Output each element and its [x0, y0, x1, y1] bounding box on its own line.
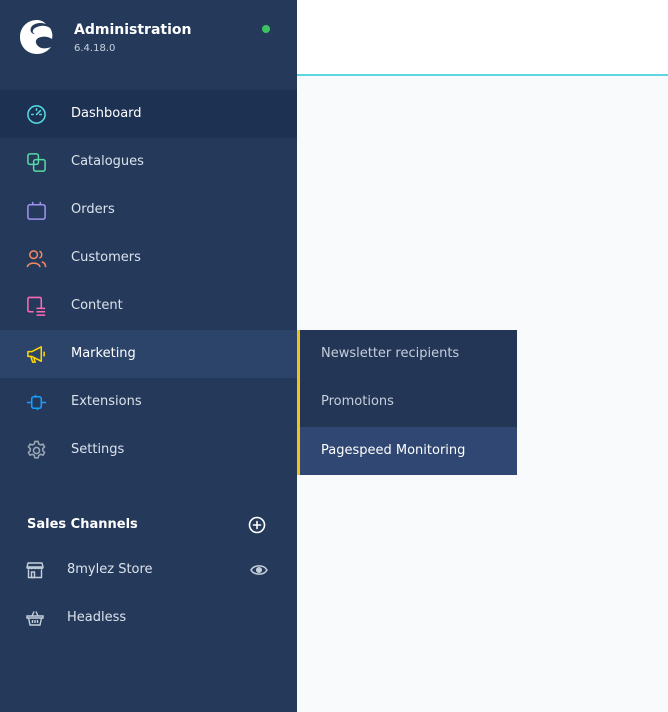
nav-item-content[interactable]: Content — [0, 282, 297, 330]
nav-item-label: Extensions — [71, 394, 142, 409]
sidebar: Administration 6.4.18.0 Dashboard Catalo… — [0, 0, 297, 712]
flyout-item-promotions[interactable]: Promotions — [300, 378, 517, 426]
nav-item-customers[interactable]: Customers — [0, 234, 297, 282]
nav-item-dashboard[interactable]: Dashboard — [0, 90, 297, 138]
flyout-item-newsletter-recipients[interactable]: Newsletter recipients — [300, 330, 517, 378]
sales-channel-label: 8mylez Store — [67, 562, 153, 577]
brand-header: Administration 6.4.18.0 — [0, 0, 297, 89]
status-online-icon — [262, 25, 270, 33]
flyout-item-label: Newsletter recipients — [321, 346, 460, 361]
customers-icon — [26, 250, 47, 268]
nav-item-label: Marketing — [71, 346, 136, 361]
eye-icon[interactable] — [250, 563, 268, 577]
nav-item-label: Orders — [71, 202, 115, 217]
nav-item-label: Customers — [71, 250, 141, 265]
flyout-item-label: Pagespeed Monitoring — [321, 443, 466, 458]
basket-icon — [26, 611, 44, 626]
top-bar — [297, 0, 668, 76]
catalogue-icon — [27, 153, 46, 172]
extensions-plug-icon — [26, 394, 47, 411]
nav-item-label: Content — [71, 298, 123, 313]
nav-item-marketing[interactable]: Marketing — [0, 330, 297, 378]
main-navigation: Dashboard Catalogues Orders Customers Co… — [0, 90, 297, 474]
nav-item-label: Catalogues — [71, 154, 144, 169]
marketing-megaphone-icon — [27, 346, 45, 363]
nav-item-orders[interactable]: Orders — [0, 186, 297, 234]
content-icon — [27, 296, 46, 316]
dashboard-gauge-icon — [27, 105, 46, 124]
nav-item-extensions[interactable]: Extensions — [0, 378, 297, 426]
app-version: 6.4.18.0 — [74, 43, 116, 54]
marketing-flyout-menu: Newsletter recipients Promotions Pagespe… — [297, 330, 517, 475]
nav-item-catalogues[interactable]: Catalogues — [0, 138, 297, 186]
orders-bag-icon — [27, 201, 46, 220]
nav-item-label: Dashboard — [71, 106, 142, 121]
shopware-logo-icon[interactable] — [19, 19, 55, 55]
flyout-item-label: Promotions — [321, 394, 394, 409]
nav-item-settings[interactable]: Settings — [0, 426, 297, 474]
nav-item-label: Settings — [71, 442, 125, 457]
sales-channel-item-headless[interactable]: Headless — [0, 599, 297, 639]
storefront-icon — [26, 562, 44, 579]
sales-channels-header: Sales Channels — [27, 517, 138, 532]
sales-channel-item-8mylez-store[interactable]: 8mylez Store — [0, 551, 297, 591]
sales-channel-label: Headless — [67, 610, 127, 625]
flyout-item-pagespeed-monitoring[interactable]: Pagespeed Monitoring — [300, 427, 517, 475]
add-sales-channel-icon[interactable] — [248, 516, 266, 534]
settings-gear-icon — [27, 440, 46, 459]
app-title: Administration — [74, 22, 192, 38]
